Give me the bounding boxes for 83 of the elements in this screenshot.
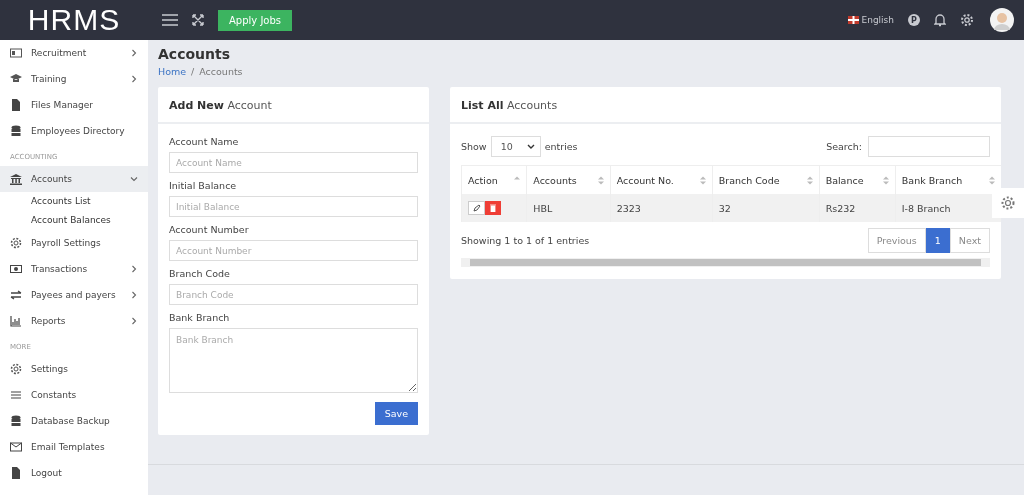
gear-icon <box>10 237 22 249</box>
search-field[interactable] <box>868 136 990 157</box>
profile-badge[interactable]: P <box>908 14 920 26</box>
pagination-button[interactable]: Previous <box>867 228 926 253</box>
sidebar-item[interactable]: Settings <box>0 356 148 382</box>
breadcrumb-current: Accounts <box>199 66 243 77</box>
sidebar-item[interactable]: Training <box>0 66 148 92</box>
sidebar-item[interactable]: Payees and payers <box>0 282 148 308</box>
trash-icon <box>490 204 496 212</box>
swap-arrows-icon <box>10 289 22 301</box>
sidebar-item[interactable]: Transactions <box>0 256 148 282</box>
table-info: Showing 1 to 1 of 1 entries <box>461 235 590 246</box>
gear-icon <box>10 363 22 375</box>
card-title: Add New Account <box>169 99 272 112</box>
field-label: Bank Branch <box>169 312 230 323</box>
sidebar-item[interactable]: Constants <box>0 382 148 408</box>
save-button[interactable]: Save <box>374 402 418 425</box>
sidebar-item[interactable]: Accounts <box>0 166 148 192</box>
column-header[interactable]: Balance <box>825 174 864 186</box>
sidebar-item[interactable]: Reports <box>0 308 148 334</box>
list-icon <box>10 389 22 401</box>
database-icon <box>10 415 22 427</box>
input-field[interactable]: Branch Code <box>169 284 418 305</box>
sidebar-subitem[interactable]: Accounts List <box>0 192 148 211</box>
table-cell: 2323 <box>616 202 641 214</box>
sidebar-item[interactable]: Payroll Settings <box>0 230 148 256</box>
caret-down-icon <box>526 143 535 150</box>
card-title: List All Accounts <box>461 99 558 112</box>
pagination-button[interactable]: Next <box>949 228 990 253</box>
sidebar-item[interactable]: Logout <box>0 460 148 486</box>
bar-chart-icon <box>10 315 22 327</box>
sidebar-subitem[interactable]: Account Balances <box>0 211 148 230</box>
field-label: Initial Balance <box>169 180 237 191</box>
flag-icon <box>847 16 859 24</box>
field-label: Account Number <box>169 224 249 235</box>
sidebar-item[interactable]: Database Backup <box>0 408 148 434</box>
document-icon <box>10 99 22 111</box>
settings-icon[interactable] <box>992 188 1024 218</box>
bell-icon[interactable] <box>934 13 946 27</box>
graduation-cap-icon <box>10 73 22 85</box>
settings-icon[interactable] <box>960 13 974 27</box>
expand-icon[interactable] <box>192 14 204 26</box>
table-cell: HBL <box>533 202 553 214</box>
table-cell: Rs232 <box>825 202 856 214</box>
breadcrumb-separator: / <box>191 66 195 77</box>
column-header[interactable]: Action <box>468 174 498 186</box>
text-area[interactable]: Bank Branch <box>169 328 418 393</box>
pagination-button[interactable]: 1 <box>925 228 950 253</box>
table-cell: I-8 Branch <box>901 202 951 214</box>
input-field[interactable]: Initial Balance <box>169 196 418 217</box>
search-label: Search: <box>826 141 862 152</box>
column-header[interactable]: Bank Branch <box>901 174 963 186</box>
entries-label: entries <box>544 141 578 152</box>
sidebar-item[interactable]: Employees Directory <box>0 118 148 144</box>
id-card-icon <box>10 47 22 59</box>
column-header[interactable]: Branch Code <box>718 174 780 186</box>
delete-button[interactable] <box>485 201 501 215</box>
sidebar-item[interactable]: Files Manager <box>0 92 148 118</box>
sidebar-item[interactable]: Email Templates <box>0 434 148 460</box>
show-label: Show <box>461 141 487 152</box>
avatar[interactable] <box>990 8 1014 32</box>
field-label: Branch Code <box>169 268 230 279</box>
column-header[interactable]: Account No. <box>616 174 674 186</box>
field-label: Account Name <box>169 136 239 147</box>
sidebar-item[interactable]: Recruitment <box>0 40 148 66</box>
page-title: Accounts <box>158 46 231 62</box>
document-icon <box>10 467 22 479</box>
menu-icon[interactable] <box>162 14 178 26</box>
logo: HRMS <box>27 3 121 37</box>
bank-icon <box>10 173 22 185</box>
horizontal-scrollbar[interactable] <box>461 258 990 267</box>
input-field[interactable]: Account Name <box>169 152 418 173</box>
language-selector[interactable]: English <box>847 15 894 25</box>
envelope-icon <box>10 441 22 453</box>
column-header[interactable]: Accounts <box>533 174 577 186</box>
edit-icon <box>472 204 481 212</box>
input-field[interactable]: Account Number <box>169 240 418 261</box>
banknote-icon <box>10 263 22 275</box>
table-cell: 32 <box>718 202 731 214</box>
database-icon <box>10 125 22 137</box>
breadcrumb-link[interactable]: Home <box>158 66 187 77</box>
edit-button[interactable] <box>468 201 485 215</box>
page-size-select[interactable]: 10 <box>490 136 541 157</box>
